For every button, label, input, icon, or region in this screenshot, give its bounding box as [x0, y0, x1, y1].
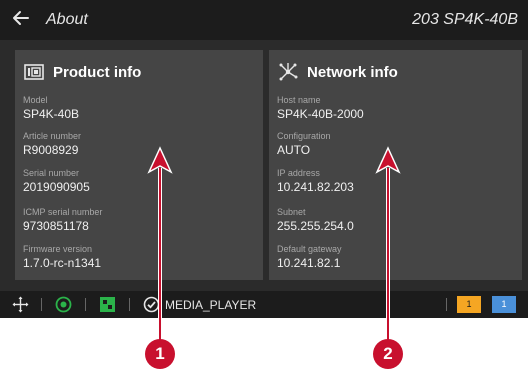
callout-arrow-1: [147, 146, 173, 342]
callout-badge-1: 1: [145, 339, 175, 369]
callout-arrows: [147, 146, 401, 342]
callout-arrow-2: [375, 146, 401, 342]
callout-badge-2: 2: [373, 339, 403, 369]
